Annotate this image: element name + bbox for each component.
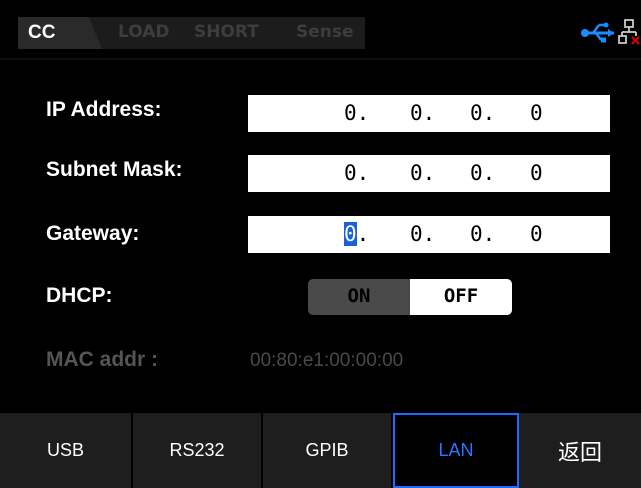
gateway-octet-3: 0. bbox=[470, 222, 496, 246]
status-bar: CC LOAD SHORT Sense bbox=[0, 0, 641, 58]
gateway-octet-1-dot: . bbox=[356, 222, 370, 246]
softkey-bar: USB RS232 GPIB LAN 返回 bbox=[0, 413, 641, 488]
mode-tab-short[interactable]: SHORT bbox=[194, 22, 259, 42]
dhcp-off-option[interactable]: OFF bbox=[410, 279, 512, 315]
mode-tab-cc[interactable]: CC bbox=[18, 17, 102, 49]
ip-address-label: IP Address: bbox=[46, 98, 162, 121]
mode-tab-cc-label: CC bbox=[28, 22, 56, 43]
dhcp-on-option[interactable]: ON bbox=[308, 279, 410, 315]
softkey-gpib[interactable]: GPIB bbox=[263, 413, 393, 488]
mask-octet-1: 0. bbox=[344, 161, 370, 185]
softkey-back-label: 返回 bbox=[557, 440, 602, 466]
softkey-lan[interactable]: LAN bbox=[393, 413, 519, 488]
header-divider bbox=[0, 58, 641, 60]
softkey-usb-label: USB bbox=[46, 440, 84, 460]
edit-cursor: 0 bbox=[344, 222, 357, 246]
dhcp-on-label: ON bbox=[347, 285, 371, 307]
subnet-mask-field[interactable]: 0. 0. 0. 0 bbox=[248, 155, 610, 192]
subnet-mask-label: Subnet Mask: bbox=[46, 158, 183, 181]
dhcp-toggle[interactable]: ON OFF bbox=[308, 279, 512, 315]
mac-address-label: MAC addr : bbox=[46, 348, 158, 371]
mask-octet-2: 0. bbox=[410, 161, 436, 185]
mode-tab-sense[interactable]: Sense bbox=[296, 22, 354, 42]
softkey-rs232[interactable]: RS232 bbox=[133, 413, 263, 488]
ip-octet-2: 0. bbox=[410, 101, 436, 125]
ip-octet-1: 0. bbox=[344, 101, 370, 125]
ip-octet-4: 0 bbox=[530, 101, 543, 125]
softkey-usb[interactable]: USB bbox=[0, 413, 133, 488]
gateway-field[interactable]: 0. 0. 0. 0 bbox=[248, 216, 610, 253]
gateway-octet-1: 0. bbox=[344, 222, 369, 246]
gateway-octet-4: 0 bbox=[530, 222, 543, 246]
ip-address-field[interactable]: 0. 0. 0. 0 bbox=[248, 95, 610, 132]
softkey-rs232-label: RS232 bbox=[169, 440, 225, 460]
usb-connection-icon bbox=[581, 22, 614, 43]
mac-address-value: 00:80:e1:00:00:00 bbox=[250, 350, 404, 371]
dhcp-off-label: OFF bbox=[443, 285, 479, 307]
gateway-label: Gateway: bbox=[46, 222, 140, 245]
mask-octet-4: 0 bbox=[530, 161, 543, 185]
dhcp-label: DHCP: bbox=[46, 284, 113, 307]
ip-octet-3: 0. bbox=[470, 101, 496, 125]
mode-tab-load[interactable]: LOAD bbox=[118, 22, 170, 42]
lan-network-icon bbox=[618, 19, 640, 45]
softkey-lan-label: LAN bbox=[438, 440, 474, 460]
softkey-gpib-label: GPIB bbox=[305, 440, 349, 460]
gateway-octet-2: 0. bbox=[410, 222, 436, 246]
mask-octet-3: 0. bbox=[470, 161, 496, 185]
softkey-back[interactable]: 返回 bbox=[519, 413, 641, 488]
